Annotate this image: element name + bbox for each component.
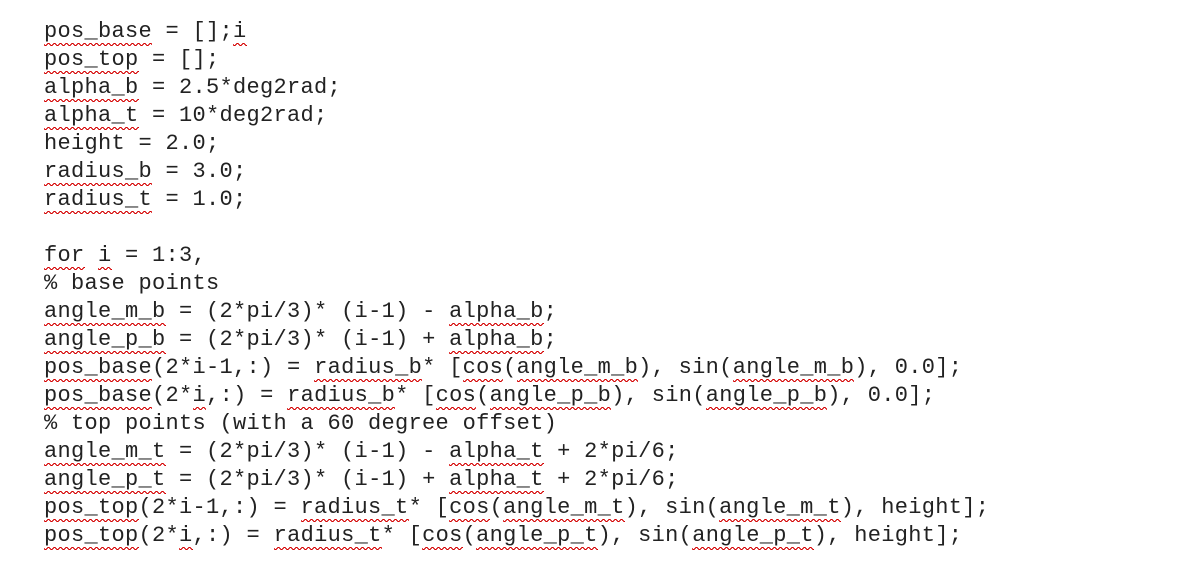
tok: (2*: [139, 523, 180, 548]
tok: (: [490, 495, 504, 520]
tok: ), sin(: [611, 383, 706, 408]
tok: = (2*pi/3)* (i-1) +: [166, 467, 450, 492]
tok: radius_b: [287, 383, 395, 410]
tok: + 2*pi/6;: [544, 467, 679, 492]
tok: = 1.0;: [152, 187, 247, 212]
tok: angle_m_b: [44, 299, 166, 326]
tok: (2*: [152, 383, 193, 408]
tok: cos: [422, 523, 463, 550]
tok: radius_t: [274, 523, 382, 550]
tok: alpha_b: [44, 75, 139, 102]
tok: % top points (with a 60 degree offset): [44, 411, 557, 436]
tok: cos: [436, 383, 477, 410]
tok: i: [233, 19, 247, 46]
tok: alpha_t: [449, 439, 544, 466]
tok: = 2.5*deg2rad;: [139, 75, 342, 100]
tok: radius_b: [314, 355, 422, 382]
tok: = 1:3,: [112, 243, 207, 268]
code-block: pos_base = [];i pos_top = []; alpha_b = …: [0, 0, 1200, 550]
tok: ), height];: [814, 523, 963, 548]
tok: [85, 243, 99, 268]
tok: alpha_b: [449, 299, 544, 326]
tok: ,:) =: [206, 383, 287, 408]
tok: alpha_t: [449, 467, 544, 494]
tok: * [: [409, 495, 450, 520]
tok: (2*i-1,:) =: [139, 495, 301, 520]
tok: = [];: [139, 47, 220, 72]
tok: ,:) =: [193, 523, 274, 548]
tok: ), 0.0];: [854, 355, 962, 380]
tok: i: [179, 523, 193, 550]
tok: pos_base: [44, 19, 152, 46]
tok: pos_top: [44, 47, 139, 74]
tok: i: [98, 243, 112, 270]
tok: cos: [463, 355, 504, 382]
tok: radius_b: [44, 159, 152, 186]
tok: = (2*pi/3)* (i-1) -: [166, 299, 450, 324]
tok: * [: [422, 355, 463, 380]
tok: angle_p_b: [490, 383, 612, 410]
tok: * [: [395, 383, 436, 408]
tok: (2*i-1,:) =: [152, 355, 314, 380]
tok: ;: [544, 299, 558, 324]
tok: (: [503, 355, 517, 380]
tok: radius_t: [301, 495, 409, 522]
tok: height = 2.0;: [44, 131, 220, 156]
tok: = [];: [152, 19, 233, 44]
tok: pos_top: [44, 495, 139, 522]
tok: = 3.0;: [152, 159, 247, 184]
tok: angle_m_t: [503, 495, 625, 522]
tok: angle_m_t: [44, 439, 166, 466]
tok: alpha_b: [449, 327, 544, 354]
tok: = (2*pi/3)* (i-1) -: [166, 439, 450, 464]
tok: ), sin(: [638, 355, 733, 380]
tok: * [: [382, 523, 423, 548]
tok: for: [44, 243, 85, 270]
tok: (: [463, 523, 477, 548]
tok: angle_m_b: [733, 355, 855, 382]
tok: radius_t: [44, 187, 152, 214]
tok: = 10*deg2rad;: [139, 103, 328, 128]
tok: angle_p_t: [692, 523, 814, 550]
tok: angle_p_t: [476, 523, 598, 550]
tok: (: [476, 383, 490, 408]
tok: ), 0.0];: [827, 383, 935, 408]
tok: pos_base: [44, 355, 152, 382]
tok: % base points: [44, 271, 220, 296]
tok: angle_p_b: [706, 383, 828, 410]
tok: ;: [544, 327, 558, 352]
tok: ), sin(: [598, 523, 693, 548]
tok: cos: [449, 495, 490, 522]
tok: ), height];: [841, 495, 990, 520]
tok: angle_p_b: [44, 327, 166, 354]
tok: ), sin(: [625, 495, 720, 520]
tok: pos_base: [44, 383, 152, 410]
tok: i: [193, 383, 207, 410]
tok: angle_m_b: [517, 355, 639, 382]
tok: alpha_t: [44, 103, 139, 130]
tok: angle_m_t: [719, 495, 841, 522]
tok: angle_p_t: [44, 467, 166, 494]
tok: = (2*pi/3)* (i-1) +: [166, 327, 450, 352]
tok: + 2*pi/6;: [544, 439, 679, 464]
tok: pos_top: [44, 523, 139, 550]
